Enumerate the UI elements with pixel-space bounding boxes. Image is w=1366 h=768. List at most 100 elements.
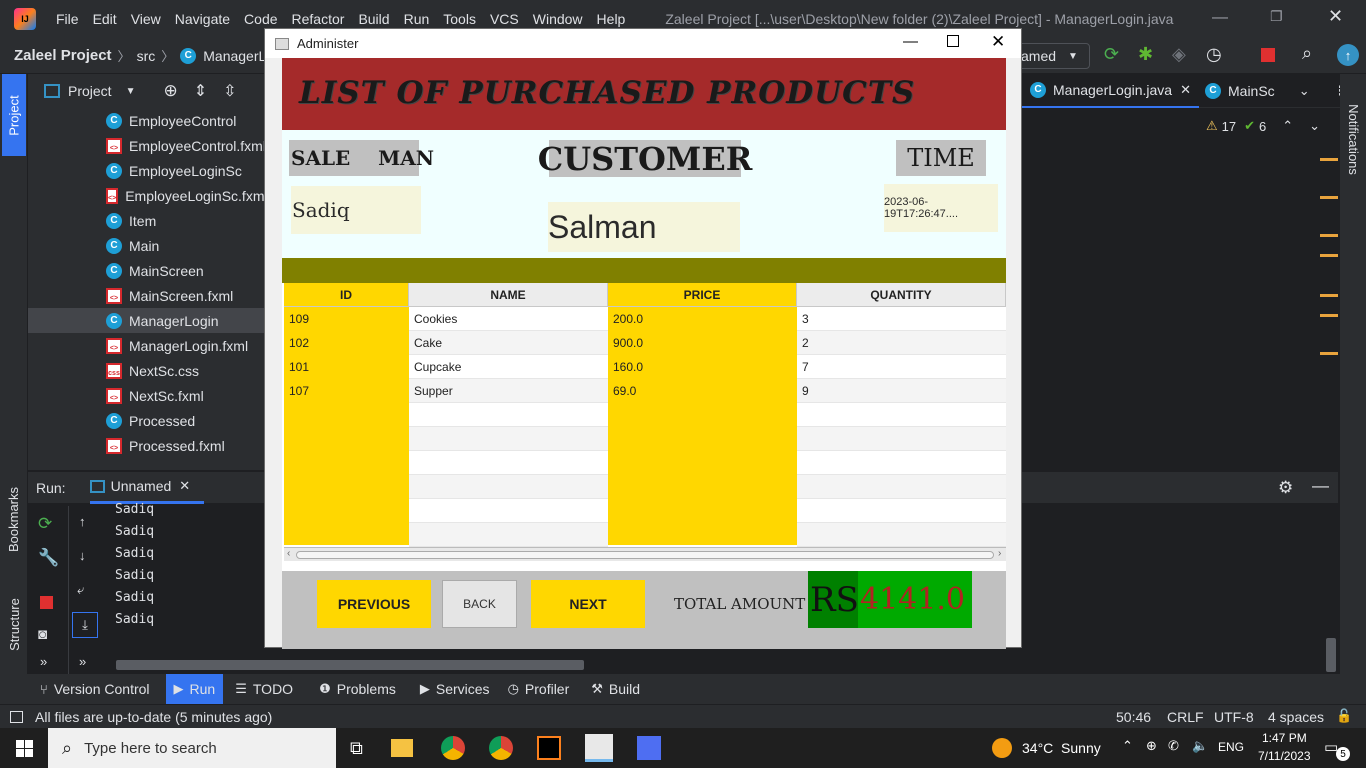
run-tab-unnamed[interactable]: Unnamed ✕ [89, 472, 205, 504]
indent-setting[interactable]: 4 spaces [1268, 709, 1324, 725]
soft-wrap-icon[interactable]: ⤶ [77, 582, 84, 598]
clock-date[interactable]: 7/11/2023 [1258, 749, 1311, 763]
menu-tools[interactable]: Tools [443, 11, 476, 27]
locate-icon[interactable]: ⊕ [163, 81, 177, 101]
tab-managerlogin-java[interactable]: C ManagerLogin.java ✕ [1022, 74, 1199, 108]
chrome-icon[interactable] [440, 736, 465, 760]
restore-button[interactable]: ❐ [1270, 8, 1283, 25]
table-row[interactable]: 107 Supper 69.0 9 [282, 379, 1006, 403]
tool-tab-services[interactable]: Services [436, 681, 490, 697]
menu-build[interactable]: Build [358, 11, 389, 27]
more-icon[interactable]: » [79, 654, 86, 669]
back-button[interactable]: BACK [442, 580, 517, 628]
previous-button[interactable]: PREVIOUS [317, 580, 431, 628]
arrow-up-icon[interactable]: ↑ [79, 514, 86, 529]
stop-icon[interactable] [1261, 48, 1275, 62]
java-taskbar-icon[interactable] [584, 734, 613, 762]
volume-icon[interactable]: 🔈 [1192, 738, 1208, 754]
tool-tab-profiler[interactable]: Profiler [525, 681, 569, 697]
table-row[interactable] [282, 475, 1006, 499]
project-tree-item[interactable]: <> ManagerLogin.fxml [28, 333, 266, 358]
intellij-taskbar-icon[interactable] [536, 736, 561, 760]
wrench-icon[interactable]: 🔧 [38, 548, 59, 568]
file-explorer-icon[interactable] [390, 739, 413, 757]
chevron-up-icon[interactable]: ⌃ [1282, 118, 1293, 134]
table-row[interactable]: 101 Cupcake 160.0 7 [282, 355, 1006, 379]
products-table[interactable]: ID NAME PRICE QUANTITY 109 Cookies 200.0 3 1… [282, 283, 1006, 571]
table-row[interactable]: 102 Cake 900.0 2 [282, 331, 1006, 355]
tool-tab-todo[interactable]: TODO [253, 681, 293, 697]
hide-icon[interactable]: — [1312, 476, 1329, 496]
coverage-icon[interactable]: ◈ [1172, 44, 1186, 65]
tab-mainsc[interactable]: C MainSc [1199, 74, 1281, 108]
tool-tab-version-control[interactable]: Version Control [54, 681, 150, 697]
horizontal-scrollbar[interactable] [116, 660, 584, 670]
vertical-scrollbar[interactable] [1326, 638, 1336, 672]
start-button[interactable] [0, 728, 48, 768]
taskbar-search[interactable]: ⌕ Type here to search [48, 728, 336, 768]
language-indicator[interactable]: ENG [1218, 740, 1244, 754]
breadcrumb-src[interactable]: src [137, 48, 156, 64]
scroll-thumb[interactable] [296, 551, 994, 559]
table-row[interactable] [282, 451, 1006, 475]
settings-icon[interactable]: ⚙ [1278, 478, 1293, 498]
column-header-name[interactable]: NAME [409, 283, 608, 307]
menu-run[interactable]: Run [404, 11, 430, 27]
next-button[interactable]: NEXT [531, 580, 645, 628]
project-tree-item[interactable]: C EmployeeLoginSc [28, 158, 266, 183]
close-tab-icon[interactable]: ✕ [1180, 82, 1191, 98]
panel-toggle-icon[interactable] [10, 710, 23, 723]
project-tree-item[interactable]: C Item [28, 208, 266, 233]
close-button[interactable]: ✕ [1328, 6, 1343, 27]
menu-navigate[interactable]: Navigate [175, 11, 230, 27]
weather-text[interactable]: 34°C Sunny [1022, 740, 1101, 756]
tool-tab-run[interactable]: ▶ Run [165, 674, 224, 704]
project-tree-item[interactable]: C Main [28, 233, 266, 258]
menu-view[interactable]: View [131, 11, 161, 27]
structure-tool-tab[interactable]: Structure [2, 584, 26, 664]
tool-tab-problems[interactable]: Problems [337, 681, 396, 697]
project-tree-item[interactable]: C MainScreen [28, 258, 266, 283]
project-tree-item[interactable]: <> Processed.fxml [28, 433, 266, 458]
rerun-icon[interactable]: ⟳ [38, 514, 52, 534]
scroll-to-end-icon[interactable]: ⤓ [72, 612, 98, 638]
menu-window[interactable]: Window [533, 11, 583, 27]
rerun-icon[interactable]: ⟳ [1104, 44, 1119, 65]
stop-icon[interactable] [40, 596, 53, 609]
menu-refactor[interactable]: Refactor [292, 11, 345, 27]
ime-icon[interactable]: ✆ [1168, 738, 1179, 754]
table-row[interactable] [282, 403, 1006, 427]
collapse-all-icon[interactable]: ⇳ [223, 81, 236, 101]
dialog-minimize-button[interactable]: — [903, 33, 918, 50]
breadcrumb-project[interactable]: Zaleel Project [14, 47, 112, 64]
table-row[interactable]: 109 Cookies 200.0 3 [282, 307, 1006, 331]
dialog-maximize-button[interactable] [947, 35, 959, 47]
scroll-left-icon[interactable]: ‹ [287, 548, 290, 559]
table-row[interactable] [282, 427, 1006, 451]
table-row[interactable] [282, 499, 1006, 523]
jetbrains-taskbar-icon[interactable] [636, 736, 661, 760]
bookmarks-tool-tab[interactable]: Bookmarks [2, 474, 26, 564]
tool-tab-build[interactable]: Build [609, 681, 640, 697]
expand-all-icon[interactable]: ⇕ [194, 81, 207, 101]
table-row[interactable] [282, 523, 1006, 547]
project-tree-item[interactable]: C ManagerLogin [28, 308, 266, 333]
menu-code[interactable]: Code [244, 11, 277, 27]
menu-edit[interactable]: Edit [93, 11, 117, 27]
project-tree-item[interactable]: <> EmployeeControl.fxml [28, 133, 266, 158]
project-tree-item[interactable]: C Processed [28, 408, 266, 433]
run-config-select[interactable]: amed ▼ [1010, 43, 1090, 69]
console-output[interactable]: Sadiq Sadiq Sadiq Sadiq Sadiq Sadiq [115, 502, 154, 634]
table-hscrollbar[interactable]: ‹ › [284, 547, 1006, 561]
chrome-icon[interactable] [488, 736, 513, 760]
tray-chevron-icon[interactable]: ⌃ [1122, 738, 1133, 754]
column-header-price[interactable]: PRICE [608, 283, 797, 307]
arrow-down-icon[interactable]: ↓ [79, 548, 86, 563]
dialog-close-button[interactable]: ✕ [991, 32, 1005, 52]
scroll-right-icon[interactable]: › [998, 548, 1001, 559]
menu-file[interactable]: File [56, 11, 79, 27]
menu-help[interactable]: Help [597, 11, 626, 27]
clock-time[interactable]: 1:47 PM [1262, 731, 1307, 745]
column-header-quantity[interactable]: QUANTITY [797, 283, 1006, 307]
chevron-down-icon[interactable]: ▼ [126, 86, 136, 97]
